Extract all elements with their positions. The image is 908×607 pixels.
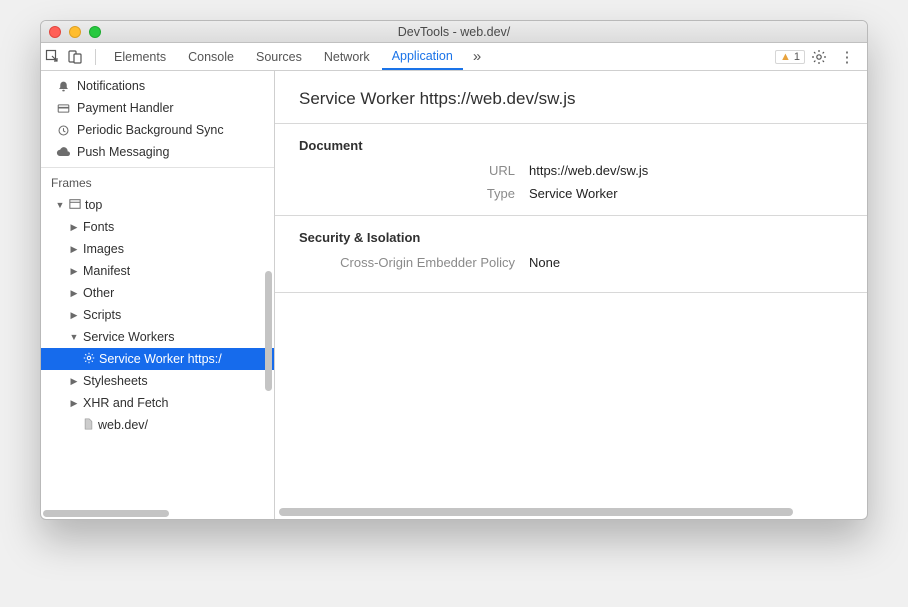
document-section-heading: Document <box>299 138 843 153</box>
chevron-down-icon: ▼ <box>55 200 65 210</box>
url-label: URL <box>299 163 529 178</box>
coep-value: None <box>529 255 560 270</box>
chevron-right-icon: ▶ <box>69 266 79 277</box>
tree-node-service-worker-item[interactable]: Service Worker https:/ <box>41 348 274 370</box>
tree-node-other[interactable]: ▶Other <box>41 282 274 304</box>
settings-icon[interactable] <box>811 49 831 65</box>
separator <box>95 49 96 65</box>
kv-url: URL https://web.dev/sw.js <box>299 163 843 178</box>
frames-section-label: Frames <box>41 168 274 194</box>
tree-node-top[interactable]: ▼ top <box>41 194 274 216</box>
warning-icon: ▲ <box>780 51 791 63</box>
inspect-element-icon[interactable] <box>45 49 65 65</box>
warning-count: 1 <box>794 51 800 63</box>
warnings-badge[interactable]: ▲ 1 <box>775 50 805 64</box>
chevron-right-icon: ▶ <box>69 288 79 299</box>
tree-node-fonts[interactable]: ▶Fonts <box>41 216 274 238</box>
card-icon <box>55 102 71 115</box>
chevron-right-icon: ▶ <box>69 222 79 233</box>
kv-coep: Cross-Origin Embedder Policy None <box>299 255 843 270</box>
tab-sources[interactable]: Sources <box>246 43 312 70</box>
devtools-window: DevTools - web.dev/ Elements Console Sou… <box>40 20 868 520</box>
tab-application[interactable]: Application <box>382 43 463 70</box>
chevron-right-icon: ▶ <box>69 244 79 255</box>
tab-console[interactable]: Console <box>178 43 244 70</box>
application-sidebar: Notifications Payment Handler Periodic B… <box>41 71 275 519</box>
cloud-icon <box>55 146 71 159</box>
tree-node-manifest[interactable]: ▶Manifest <box>41 260 274 282</box>
devtools-toolbar: Elements Console Sources Network Applica… <box>41 43 867 71</box>
titlebar: DevTools - web.dev/ <box>41 21 867 43</box>
tab-elements[interactable]: Elements <box>104 43 176 70</box>
tree-node-webdev[interactable]: web.dev/ <box>41 414 274 436</box>
content-horizontal-scrollbar[interactable] <box>275 505 867 519</box>
coep-label: Cross-Origin Embedder Policy <box>299 255 529 270</box>
chevron-right-icon: ▶ <box>69 376 79 387</box>
frames-tree: ▼ top ▶Fonts ▶Images ▶Manifest ▶Other ▶S… <box>41 194 274 436</box>
sidebar-item-notifications[interactable]: Notifications <box>41 75 274 97</box>
tree-node-stylesheets[interactable]: ▶Stylesheets <box>41 370 274 392</box>
sidebar-item-periodic-sync[interactable]: Periodic Background Sync <box>41 119 274 141</box>
tree-node-scripts[interactable]: ▶Scripts <box>41 304 274 326</box>
sidebar-vertical-scrollbar[interactable] <box>265 271 272 391</box>
sidebar-item-push-messaging[interactable]: Push Messaging <box>41 141 274 163</box>
tab-network[interactable]: Network <box>314 43 380 70</box>
detail-title: Service Worker https://web.dev/sw.js <box>275 71 867 123</box>
kebab-menu-icon[interactable]: ⋮ <box>837 48 857 66</box>
document-section: Document URL https://web.dev/sw.js Type … <box>275 123 867 215</box>
file-icon <box>83 418 94 433</box>
kv-type: Type Service Worker <box>299 186 843 201</box>
security-section-heading: Security & Isolation <box>299 230 843 245</box>
chevron-down-icon: ▼ <box>69 332 79 342</box>
device-toolbar-icon[interactable] <box>67 49 87 65</box>
gear-icon <box>83 352 95 367</box>
more-tabs-button[interactable]: » <box>465 48 489 65</box>
window-title: DevTools - web.dev/ <box>41 25 867 39</box>
clock-icon <box>55 124 71 137</box>
chevron-right-icon: ▶ <box>69 310 79 321</box>
sidebar-horizontal-scrollbar[interactable] <box>41 507 274 519</box>
main-area: Notifications Payment Handler Periodic B… <box>41 71 867 519</box>
tree-node-service-workers[interactable]: ▼Service Workers <box>41 326 274 348</box>
type-label: Type <box>299 186 529 201</box>
type-value: Service Worker <box>529 186 618 201</box>
tree-node-images[interactable]: ▶Images <box>41 238 274 260</box>
url-value: https://web.dev/sw.js <box>529 163 648 178</box>
sidebar-item-payment-handler[interactable]: Payment Handler <box>41 97 274 119</box>
tree-node-xhr-fetch[interactable]: ▶XHR and Fetch <box>41 392 274 414</box>
security-section: Security & Isolation Cross-Origin Embedd… <box>275 215 867 293</box>
detail-pane: Service Worker https://web.dev/sw.js Doc… <box>275 71 867 519</box>
bell-icon <box>55 80 71 93</box>
chevron-right-icon: ▶ <box>69 398 79 409</box>
window-icon <box>69 198 81 213</box>
